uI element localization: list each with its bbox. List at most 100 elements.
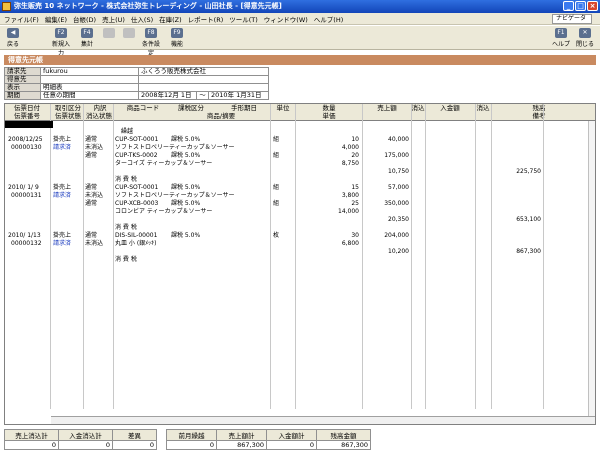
window-controls: _ □ × bbox=[563, 1, 598, 11]
table-row[interactable]: 10,750 225,750 bbox=[5, 168, 595, 176]
menu-window[interactable]: ウィンドウ(W) bbox=[264, 14, 308, 24]
close-button[interactable]: ✕ 閉じる bbox=[574, 28, 596, 48]
col-deal[interactable]: 取引区分 bbox=[51, 104, 85, 112]
period-type[interactable]: 任意の期間 bbox=[40, 91, 139, 100]
table-row[interactable]: 10,200 867,300 bbox=[5, 248, 595, 256]
app-icon bbox=[2, 2, 11, 11]
menu-bar: ファイル(F) 編集(E) 台帳(D) 売上(U) 仕入(S) 在庫(Z) レポ… bbox=[0, 13, 600, 25]
status-link[interactable]: 請求済 bbox=[53, 144, 71, 152]
col-product-code[interactable]: 商品コード bbox=[115, 104, 171, 112]
table-row[interactable]: 消 費 税 bbox=[5, 224, 595, 232]
menu-edit[interactable]: 編集(E) bbox=[45, 14, 67, 24]
col-slip-no[interactable]: 伝票番号 bbox=[7, 112, 47, 120]
col-tax-status[interactable]: 消込状態 bbox=[83, 112, 115, 120]
col-clear2[interactable]: 消込 bbox=[475, 104, 491, 112]
table-row[interactable]: 通常 CUP-TKS-0002 課税 5.0% 組 20 175,000 bbox=[5, 152, 595, 160]
period-to[interactable]: 2010年 1月31日 bbox=[208, 91, 269, 100]
table-row[interactable]: ターコイズ ティーカップ＆ソーサー 8,750 bbox=[5, 160, 595, 168]
close-window-button[interactable]: × bbox=[587, 1, 598, 11]
col-product-name[interactable]: 商品/摘要 bbox=[173, 112, 269, 120]
menu-stock[interactable]: 在庫(Z) bbox=[159, 14, 182, 24]
footer-balance-totals: 前月繰越 売上額計 入金額計 残高金額 0 867,300 0 867,300 bbox=[166, 429, 371, 450]
condition-icon: F8 bbox=[145, 28, 157, 38]
col-payment[interactable]: 入金額 bbox=[425, 104, 475, 112]
navigator-label: ナビゲータ bbox=[556, 15, 587, 22]
function-button[interactable]: F9 機能 bbox=[166, 28, 188, 48]
table-row[interactable]: 繰越 bbox=[5, 128, 595, 136]
function-label: 機能 bbox=[170, 41, 183, 48]
window-title: 弥生販売 10 ネットワーク - 株式会社弥生トレーディング - 山田社長 - … bbox=[14, 2, 282, 10]
back-arrow-icon: ◀ bbox=[7, 28, 19, 38]
customer-name bbox=[138, 75, 269, 84]
table-row[interactable]: 消 費 税 bbox=[5, 256, 595, 264]
col-qty[interactable]: 数量 bbox=[297, 104, 361, 112]
menu-purchase[interactable]: 仕入(S) bbox=[131, 14, 153, 24]
menu-sales[interactable]: 売上(U) bbox=[102, 14, 125, 24]
col-sales[interactable]: 売上額 bbox=[363, 104, 411, 112]
disabled-tool-1 bbox=[98, 28, 120, 39]
menu-help[interactable]: ヘルプ(H) bbox=[314, 14, 343, 24]
vertical-scrollbar[interactable] bbox=[588, 121, 595, 416]
close-icon: ✕ bbox=[579, 28, 591, 38]
help-label: ヘルプ bbox=[551, 41, 570, 48]
table-row[interactable]: 2008/12/25 掛売上 通常 CUP-SOT-0001 課税 5.0% 組… bbox=[5, 136, 595, 144]
col-slip-status[interactable]: 伝票状態 bbox=[51, 112, 85, 120]
back-button[interactable]: ◀ 戻る bbox=[2, 28, 24, 48]
total-label: 集計 bbox=[80, 41, 93, 48]
table-row[interactable]: 00000132 請求済 未消込 丸皿 小 (銀ﾒｯｷ) 6,800 bbox=[5, 240, 595, 248]
new-entry-button[interactable]: F2 新規入力 bbox=[50, 28, 72, 57]
back-label: 戻る bbox=[6, 41, 19, 48]
status-link[interactable]: 請求済 bbox=[53, 192, 71, 200]
help-button[interactable]: F1 ヘルプ bbox=[550, 28, 572, 48]
table-row[interactable]: 通常 CUP-XCB-0003 課税 5.0% 組 25 350,000 bbox=[5, 200, 595, 208]
navigator-button[interactable]: ナビゲータ bbox=[552, 14, 592, 24]
ledger-grid: 伝票日付 伝票番号 取引区分 伝票状態 内訳 消込状態 商品コード 商品/摘要 … bbox=[4, 103, 596, 425]
table-row[interactable]: 2010/ 1/ 9 掛売上 通常 CUP-SOT-0001 課税 5.0% 組… bbox=[5, 184, 595, 192]
table-row[interactable]: 00000130 請求済 未消込 ソフトストロベリーティーカップ＆ソーサー 4,… bbox=[5, 144, 595, 152]
grid-header: 伝票日付 伝票番号 取引区分 伝票状態 内訳 消込状態 商品コード 商品/摘要 … bbox=[5, 104, 595, 121]
footer-clear-totals: 売上消込計 入金消込計 差異 0 0 0 bbox=[4, 429, 157, 450]
period-label: 期間 bbox=[4, 91, 41, 100]
col-unit[interactable]: 単位 bbox=[271, 104, 295, 112]
period-from[interactable]: 2008年12月 1日 bbox=[138, 91, 197, 100]
billing-name: ふくろう販売株式会社 bbox=[138, 67, 269, 76]
disabled-tool-icon bbox=[123, 28, 135, 38]
table-row[interactable]: コロンビア ティーカップ＆ソーサー 14,000 bbox=[5, 208, 595, 216]
status-link[interactable]: 請求済 bbox=[53, 240, 71, 248]
disabled-tool-icon bbox=[103, 28, 115, 38]
menu-file[interactable]: ファイル(F) bbox=[4, 14, 39, 24]
menu-report[interactable]: レポート(R) bbox=[188, 14, 224, 24]
close-label: 閉じる bbox=[575, 41, 594, 48]
total-button[interactable]: F4 集計 bbox=[76, 28, 98, 48]
new-entry-icon: F2 bbox=[55, 28, 67, 38]
menu-tools[interactable]: ツール(T) bbox=[229, 14, 258, 24]
col-date[interactable]: 伝票日付 bbox=[7, 104, 47, 112]
minimize-button[interactable]: _ bbox=[563, 1, 574, 11]
selected-row-marker bbox=[5, 121, 53, 128]
col-detail[interactable]: 内訳 bbox=[85, 104, 115, 112]
table-row[interactable]: 2010/ 1/13 掛売上 通常 DIS-SIL-00001 課税 5.0% … bbox=[5, 232, 595, 240]
total-icon: F4 bbox=[81, 28, 93, 38]
condition-setting-button[interactable]: F8 条件設定 bbox=[140, 28, 162, 57]
disabled-tool-2 bbox=[118, 28, 140, 39]
table-row[interactable]: 消 費 税 bbox=[5, 176, 595, 184]
toolbar: ◀ 戻る F2 新規入力 F4 集計 F8 条件設定 F9 機能 F1 ヘルプ … bbox=[0, 26, 600, 57]
page-title: 得意先元帳 bbox=[4, 55, 596, 65]
table-row[interactable]: 20,350 653,100 bbox=[5, 216, 595, 224]
col-balance[interactable]: 残高 bbox=[491, 104, 587, 112]
col-tax[interactable]: 課税区分 bbox=[171, 104, 211, 112]
col-bill-date[interactable]: 手形期日 bbox=[219, 104, 269, 112]
table-row[interactable]: 00000131 請求済 未消込 ソフトストロベリーティーカップ＆ソーサー 3,… bbox=[5, 192, 595, 200]
horizontal-scrollbar[interactable] bbox=[51, 416, 595, 424]
col-note[interactable]: 備考 bbox=[491, 112, 587, 120]
col-clear1[interactable]: 消込 bbox=[411, 104, 425, 112]
maximize-button[interactable]: □ bbox=[575, 1, 586, 11]
window-title-bar: 弥生販売 10 ネットワーク - 株式会社弥生トレーディング - 山田社長 - … bbox=[0, 0, 600, 13]
help-icon: F1 bbox=[555, 28, 567, 38]
ledger-info: 請求先 fukurou ふくろう販売株式会社 得意先 表示 明細表 期間 任意の… bbox=[4, 67, 269, 100]
billing-code-field[interactable]: fukurou bbox=[40, 67, 139, 76]
menu-ledger[interactable]: 台帳(D) bbox=[73, 14, 96, 24]
col-unit-price[interactable]: 単価 bbox=[297, 112, 361, 120]
period-separator: ～ bbox=[196, 91, 209, 100]
function-icon: F9 bbox=[171, 28, 183, 38]
